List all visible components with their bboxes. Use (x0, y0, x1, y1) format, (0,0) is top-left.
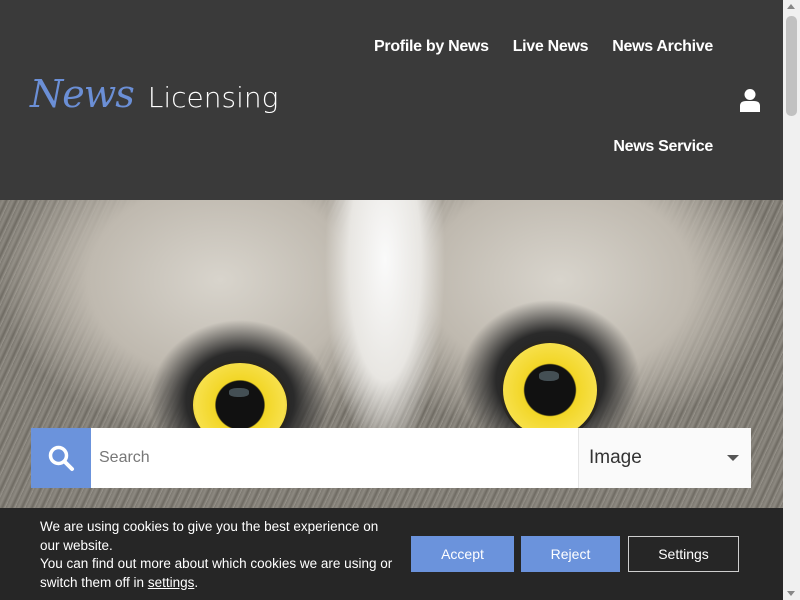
search-bar: Image (31, 428, 751, 488)
user-icon[interactable] (740, 88, 760, 112)
nav-profile-by-news[interactable]: Profile by News (374, 38, 489, 56)
owl-eye-right (500, 340, 600, 440)
media-type-select[interactable]: Image (578, 428, 751, 488)
search-icon (48, 445, 74, 471)
chevron-down-icon (727, 455, 739, 461)
secondary-nav: News Service (613, 138, 713, 156)
cookie-message: We are using cookies to give you the bes… (40, 518, 400, 592)
search-input[interactable] (91, 428, 578, 488)
site-header: News Licensing Profile by News Live News… (0, 0, 783, 200)
accept-button[interactable]: Accept (411, 536, 514, 572)
cookie-line-1: We are using cookies to give you the bes… (40, 519, 379, 553)
media-type-value: Image (589, 447, 642, 468)
main-nav: Profile by News Live News News Archive (374, 38, 713, 56)
logo-script: News (30, 72, 135, 116)
logo-text: Licensing (147, 81, 279, 114)
scroll-thumb[interactable] (786, 16, 797, 116)
cookie-period: . (194, 574, 199, 590)
settings-button[interactable]: Settings (628, 536, 739, 572)
scroll-up-icon[interactable] (787, 4, 795, 9)
site-logo[interactable]: News Licensing (30, 72, 278, 116)
scroll-down-icon[interactable] (787, 591, 795, 596)
cookie-line-2: You can find out more about which cookie… (40, 556, 393, 590)
nav-live-news[interactable]: Live News (513, 38, 589, 56)
search-button[interactable] (31, 428, 91, 488)
scrollbar[interactable] (783, 0, 800, 600)
reject-button[interactable]: Reject (521, 536, 620, 572)
cookie-settings-link[interactable]: settings (148, 575, 195, 590)
nav-news-service[interactable]: News Service (613, 138, 713, 155)
nav-news-archive[interactable]: News Archive (612, 38, 713, 56)
cookie-banner: We are using cookies to give you the bes… (0, 508, 783, 600)
